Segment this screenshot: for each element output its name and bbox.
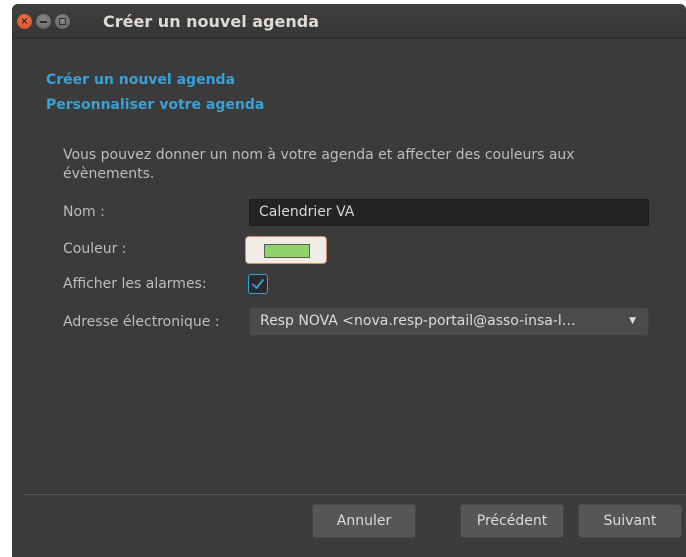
minimize-icon[interactable] bbox=[36, 14, 51, 29]
checkmark-icon bbox=[252, 279, 264, 289]
step-create-calendar[interactable]: Créer un nouvel agenda bbox=[46, 68, 264, 93]
email-label: Adresse électronique : bbox=[63, 314, 220, 330]
show-alarms-checkbox[interactable] bbox=[248, 274, 268, 294]
color-picker-button[interactable] bbox=[245, 236, 327, 264]
color-label: Couleur : bbox=[63, 241, 127, 257]
color-swatch bbox=[264, 244, 310, 258]
window-title: Créer un nouvel agenda bbox=[103, 12, 319, 31]
name-label: Nom : bbox=[63, 204, 105, 220]
previous-button[interactable]: Précédent bbox=[460, 504, 564, 538]
maximize-icon[interactable] bbox=[55, 14, 70, 29]
wizard-steps: Créer un nouvel agenda Personnaliser vot… bbox=[46, 68, 264, 118]
email-selected-value: Resp NOVA <nova.resp-portail@asso-insa-l… bbox=[260, 313, 576, 329]
next-button[interactable]: Suivant bbox=[578, 504, 682, 538]
cancel-button[interactable]: Annuler bbox=[312, 504, 416, 538]
alarms-label: Afficher les alarmes: bbox=[63, 276, 207, 292]
description-text: Vous pouvez donner un nom à votre agenda… bbox=[63, 147, 575, 182]
dialog-window: × Créer un nouvel agenda Créer un nouvel… bbox=[12, 4, 686, 557]
step-customize-calendar[interactable]: Personnaliser votre agenda bbox=[46, 93, 264, 118]
title-bar: × Créer un nouvel agenda bbox=[12, 4, 686, 39]
footer-separator bbox=[25, 494, 686, 495]
dropdown-arrow-icon: ▼ bbox=[629, 316, 636, 326]
name-input[interactable]: Calendrier VA bbox=[249, 199, 649, 226]
close-icon[interactable]: × bbox=[17, 14, 32, 29]
email-select[interactable]: Resp NOVA <nova.resp-portail@asso-insa-l… bbox=[249, 307, 649, 336]
